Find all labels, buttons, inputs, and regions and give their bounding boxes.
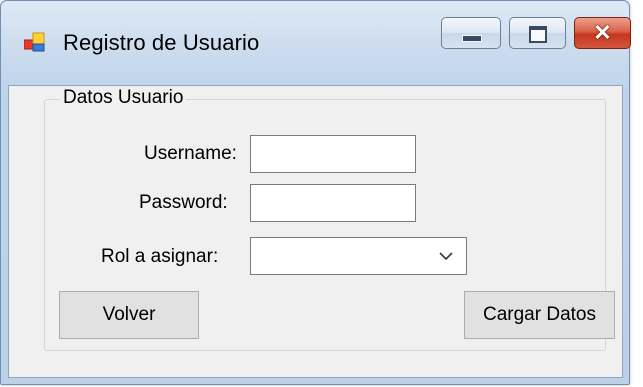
title-bar[interactable]: Registro de Usuario ✕: [1, 1, 631, 85]
windows-form-icon: [24, 32, 45, 52]
role-label: Rol a asignar:: [101, 246, 219, 267]
volver-button[interactable]: Volver: [59, 291, 199, 339]
datos-usuario-groupbox: Datos Usuario Username: Password: Rol a …: [44, 87, 615, 351]
form-client-area: Datos Usuario Username: Password: Rol a …: [8, 85, 623, 378]
username-input[interactable]: [250, 135, 416, 173]
chevron-down-icon: [439, 252, 453, 261]
maximize-icon: [529, 26, 547, 43]
username-label: Username:: [144, 143, 237, 164]
maximize-button[interactable]: [509, 17, 566, 49]
close-icon: ✕: [593, 20, 612, 45]
groupbox-legend: Datos Usuario: [60, 87, 187, 109]
password-input[interactable]: [250, 184, 416, 222]
cargar-datos-button[interactable]: Cargar Datos: [464, 291, 615, 339]
minimize-button[interactable]: [441, 17, 501, 49]
role-combobox[interactable]: [250, 237, 467, 275]
password-label: Password:: [139, 192, 228, 213]
minimize-icon: [462, 35, 482, 42]
window-title: Registro de Usuario: [63, 30, 260, 55]
close-button[interactable]: ✕: [574, 17, 631, 49]
app-window: Registro de Usuario ✕ Datos Usuario User…: [0, 0, 631, 385]
